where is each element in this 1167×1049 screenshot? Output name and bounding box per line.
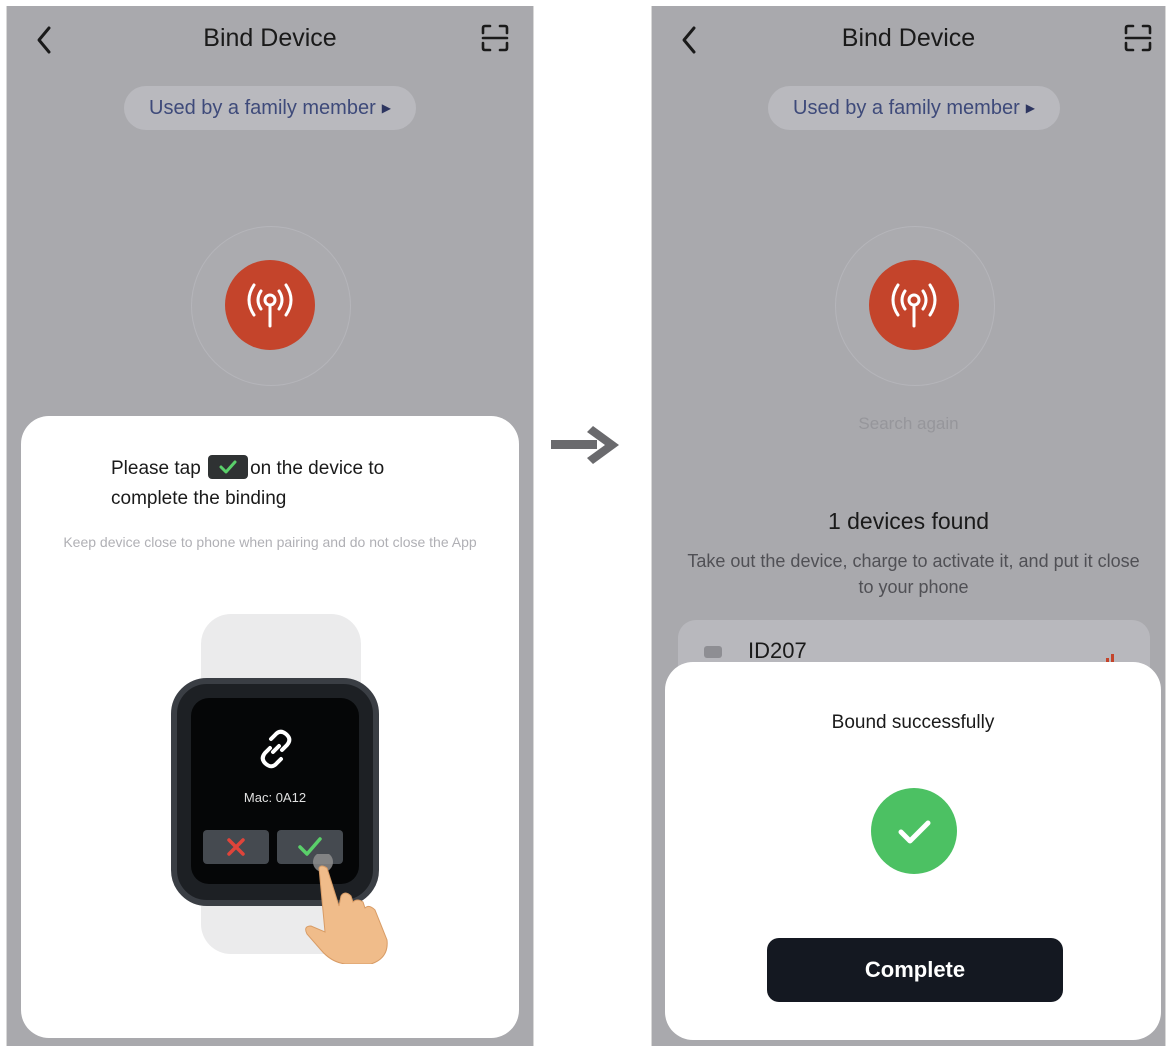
devices-found-title: 1 devices found (827, 508, 990, 534)
scan-icon[interactable] (1122, 22, 1154, 54)
family-member-label: Used by a family member (149, 97, 376, 119)
link-icon (260, 729, 292, 769)
check-icon (871, 788, 957, 874)
watch-icon (704, 646, 722, 658)
device-name: ID207 (748, 638, 807, 663)
page-title: Bind Device (203, 24, 337, 52)
devices-found-description: Take out the device, charge to activate … (687, 551, 1140, 597)
tap-instruction: Please tap on the device to complete the… (111, 454, 441, 514)
watch-reject-button (203, 830, 269, 864)
caret-right-icon: ▶ (1025, 101, 1035, 115)
check-icon (208, 455, 249, 479)
antenna-signal-icon (225, 260, 315, 350)
family-member-label: Used by a family member (793, 97, 1020, 119)
family-member-link[interactable]: Used by a family member ▶ (124, 86, 416, 130)
close-icon (227, 838, 245, 856)
dialog-title: Bound successfully (831, 712, 995, 733)
pairing-hint: Keep device close to phone when pairing … (63, 534, 477, 550)
phone-screen-left: Bind Device Used by a family member ▶ Ple… (6, 6, 534, 1046)
instruction-before: Please tap (111, 458, 201, 479)
tapping-hand-icon (305, 854, 388, 964)
bound-success-dialog: Bound successfully Complete (665, 662, 1161, 1040)
binding-instruction-sheet: Please tap on the device to complete the… (21, 416, 519, 1038)
complete-button[interactable]: Complete (767, 938, 1063, 1002)
family-member-link[interactable]: Used by a family member ▶ (768, 86, 1060, 130)
search-again-link[interactable]: Search again (652, 414, 1165, 434)
phone-screen-right: Bind Device Used by a family member ▶ Sea… (651, 6, 1166, 1046)
watch-illustration: Mac: 0A12 (161, 614, 401, 964)
antenna-signal-icon (869, 260, 959, 350)
mac-label: Mac: 0A12 (243, 790, 307, 805)
arrow-right-icon (549, 420, 623, 470)
page-title: Bind Device (841, 24, 976, 52)
scan-icon[interactable] (479, 22, 511, 54)
caret-right-icon: ▶ (381, 101, 391, 115)
